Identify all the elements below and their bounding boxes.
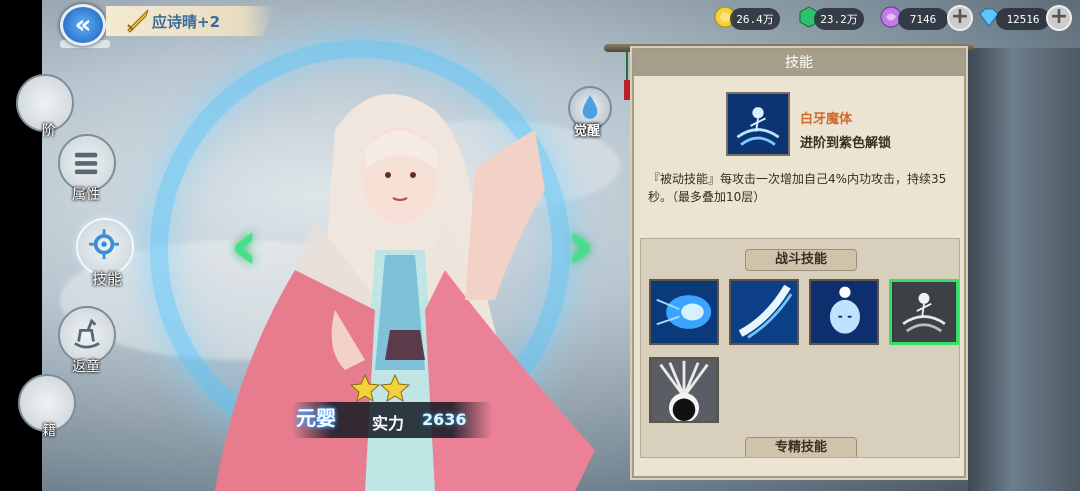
specialty-skills-title: 专精技能 xyxy=(745,437,857,457)
add-spirit-button[interactable]: + xyxy=(947,5,973,31)
skill-slot[interactable] xyxy=(809,279,879,345)
dark-burst-icon xyxy=(651,359,717,421)
combat-skills-panel: 战斗技能 专精技能 xyxy=(640,238,960,458)
sword-icon xyxy=(127,9,149,33)
skill-slot[interactable] xyxy=(649,279,719,345)
gold-counter: 26.4万 xyxy=(730,8,780,30)
star-icon xyxy=(350,374,380,402)
skill-slot-selected[interactable] xyxy=(889,279,959,345)
spirit-value: 7146 xyxy=(909,12,937,26)
skill-slot[interactable] xyxy=(729,279,799,345)
jade-value: 23.2万 xyxy=(820,13,858,26)
realm-badge: 元婴 xyxy=(296,406,336,430)
game-scene: « 应诗晴+2 26.4万 23.2万 7146 + 12516 + 阶 属性 … xyxy=(0,0,1080,491)
tassel-ornament xyxy=(624,50,630,100)
spirit-face-icon xyxy=(811,281,877,343)
whirlwind-figure-icon xyxy=(728,94,788,154)
gold-value: 26.4万 xyxy=(736,13,774,26)
power-label: 实力 xyxy=(372,414,405,433)
selected-skill-description: 『被动技能』每攻击一次增加自己4%内功攻击，持续35秒。（最多叠加10层） xyxy=(648,172,947,204)
selected-skill-unlock: 进阶到紫色解锁 xyxy=(800,136,892,151)
lightning-sphere-icon xyxy=(651,281,717,343)
spirit-counter: 7146 xyxy=(898,8,948,30)
skill-panel: 技能 白牙魔体 进阶到紫色解锁 『被动技能』每攻击一次增加自己4%内功攻击，持续… xyxy=(632,48,966,478)
previous-hero-arrow[interactable]: ‹ xyxy=(230,210,259,280)
whirlwind-figure-icon xyxy=(892,282,956,342)
nav-rejuvenate-label: 返童 xyxy=(72,359,100,375)
nav-skills-label: 技能 xyxy=(92,270,123,288)
power-value: 2636 xyxy=(422,410,467,429)
list-icon xyxy=(74,152,98,175)
jade-counter: 23.2万 xyxy=(814,8,864,30)
nav-advance-label: 阶 xyxy=(42,123,56,139)
back-button[interactable]: « xyxy=(60,4,106,46)
combat-skills-title: 战斗技能 xyxy=(745,249,857,271)
sun-gear-icon xyxy=(89,229,119,260)
selected-skill-icon xyxy=(726,92,790,156)
nav-book-label: 籍 xyxy=(42,423,56,439)
star-icon xyxy=(380,374,410,402)
awaken-label: 觉醒 xyxy=(574,124,601,139)
add-diamond-button[interactable]: + xyxy=(1046,5,1072,31)
selected-skill-name: 白牙魔体 xyxy=(800,112,853,127)
diamond-counter: 12516 xyxy=(996,8,1050,30)
background-mountains xyxy=(968,48,1080,491)
rocking-horse-icon xyxy=(74,318,100,349)
water-slash-icon xyxy=(731,281,797,343)
skill-slot[interactable] xyxy=(649,357,719,423)
nav-attributes-label: 属性 xyxy=(72,187,100,203)
hero-name: 应诗晴+2 xyxy=(152,12,221,31)
panel-title: 技能 xyxy=(634,50,964,76)
next-hero-arrow[interactable]: › xyxy=(566,210,595,280)
diamond-value: 12516 xyxy=(1006,12,1040,26)
